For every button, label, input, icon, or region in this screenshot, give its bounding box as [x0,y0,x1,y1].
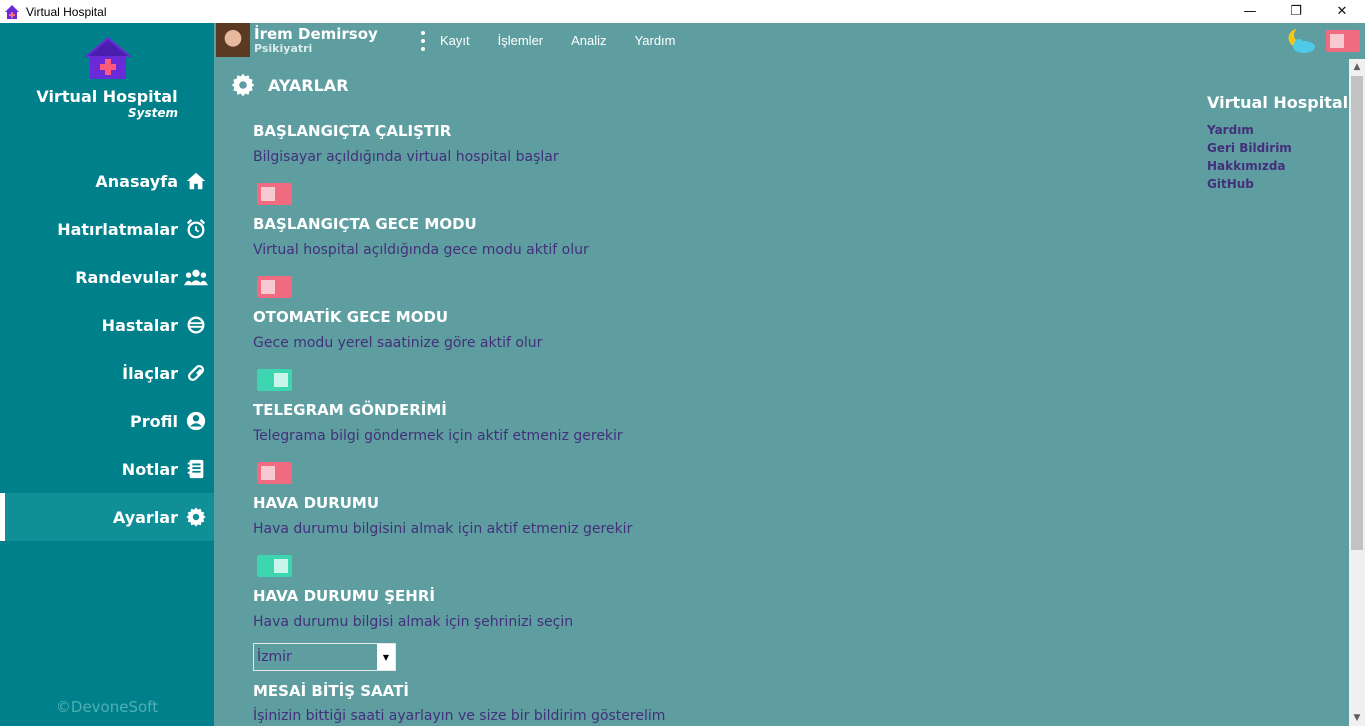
scroll-up-icon[interactable]: ▲ [1349,59,1365,75]
right-panel-title: Virtual Hospital [1207,93,1349,112]
brand-subtitle: System [128,106,178,120]
night-mode-toggle[interactable] [1326,30,1360,52]
sidebar-item-profil[interactable]: Profil [0,397,214,445]
top-menu: Kayıt İşlemler Analiz Yardım [440,33,704,48]
menu-item-analiz[interactable]: Analiz [571,33,606,48]
night-mode-on-start-toggle[interactable] [257,276,292,298]
right-panel: Virtual Hospital Yardım Geri Bildirim Ha… [1207,93,1348,195]
users-icon [184,265,208,289]
night-mode-icon [1288,29,1315,53]
chevron-down-icon[interactable]: ▼ [377,644,395,670]
weather-toggle[interactable] [257,555,292,577]
menu-item-kayit[interactable]: Kayıt [440,33,470,48]
setting-auto-night-mode: OTOMATİK GECE MODU Gece modu yerel saati… [253,308,953,401]
link-yardim[interactable]: Yardım [1207,123,1348,141]
settings-list: BAŞLANGIÇTA ÇALIŞTIR Bilgisayar açıldığı… [253,122,953,724]
sidebar-item-hastalar[interactable]: Hastalar [0,301,214,349]
more-vertical-icon[interactable] [420,31,426,51]
sidebar-item-label: Notlar [121,459,178,479]
pill-icon [184,361,208,385]
link-hakkimizda[interactable]: Hakkımızda [1207,159,1348,177]
home-icon [184,169,208,193]
sidebar-item-hatirlatmalar[interactable]: Hatırlatmalar [0,205,214,253]
brand-name: Virtual Hospital [36,87,178,106]
setting-start-on-boot: BAŞLANGIÇTA ÇALIŞTIR Bilgisayar açıldığı… [253,122,953,215]
setting-title: BAŞLANGIÇTA GECE MODU [253,215,477,233]
sidebar-item-label: İlaçlar [122,363,178,383]
window-titlebar: Virtual Hospital — ❐ ✕ [0,0,1365,23]
settings-gear-icon [231,73,255,97]
top-bar: İrem Demirsoy Psikiyatri Kayıt İşlemler … [214,23,1365,59]
scroll-thumb[interactable] [1351,76,1363,550]
start-on-boot-toggle[interactable] [257,183,292,205]
setting-weather: HAVA DURUMU Hava durumu bilgisini almak … [253,494,953,587]
weather-city-select[interactable]: İzmir ▼ [253,643,396,671]
close-button[interactable]: ✕ [1319,0,1365,23]
avatar[interactable] [216,23,250,57]
setting-telegram: TELEGRAM GÖNDERİMİ Telegrama bilgi gönde… [253,401,953,494]
patient-icon [184,313,208,337]
setting-description: Virtual hospital açıldığında gece modu a… [253,242,589,258]
page-title: AYARLAR [268,75,349,95]
sidebar-item-label: Hastalar [101,315,178,335]
notebook-icon [184,457,208,481]
scroll-down-icon[interactable]: ▼ [1349,710,1365,726]
sidebar-item-label: Profil [130,411,178,431]
sidebar-item-label: Hatırlatmalar [57,219,178,239]
setting-title: HAVA DURUMU ŞEHRİ [253,587,435,605]
setting-description: Telegrama bilgi göndermek için aktif etm… [253,428,623,444]
sidebar-item-anasayfa[interactable]: Anasayfa [0,157,214,205]
setting-title: TELEGRAM GÖNDERİMİ [253,401,447,419]
setting-description: Gece modu yerel saatinize göre aktif olu… [253,335,543,351]
menu-item-yardim[interactable]: Yardım [635,33,676,48]
page-header: AYARLAR [230,72,349,98]
setting-title: OTOMATİK GECE MODU [253,308,449,326]
sidebar-nav: Anasayfa Hatırlatmalar Randevular Hastal… [0,157,214,541]
menu-item-islemler[interactable]: İşlemler [498,33,544,48]
minimize-button[interactable]: — [1227,0,1273,23]
sidebar-item-ayarlar[interactable]: Ayarlar [0,493,214,541]
user-name: İrem Demirsoy [254,25,378,43]
link-github[interactable]: GitHub [1207,177,1348,195]
window-title: Virtual Hospital [26,4,107,19]
setting-title: MESAİ BİTİŞ SAATİ [253,682,409,700]
sidebar: Virtual Hospital System Anasayfa Hatırla… [0,23,214,726]
setting-description: Hava durumu bilgisi almak için şehrinizi… [253,614,574,630]
sidebar-item-randevular[interactable]: Randevular [0,253,214,301]
sidebar-item-label: Ayarlar [112,507,178,527]
setting-title: BAŞLANGIÇTA ÇALIŞTIR [253,122,452,140]
sidebar-item-label: Randevular [75,267,178,287]
setting-night-mode-on-start: BAŞLANGIÇTA GECE MODU Virtual hospital a… [253,215,953,308]
sidebar-item-notlar[interactable]: Notlar [0,445,214,493]
vertical-scrollbar[interactable]: ▲ ▼ [1349,59,1365,726]
auto-night-mode-toggle[interactable] [257,369,292,391]
copyright-footer: ©DevoneSoft [55,698,159,716]
weather-city-value: İzmir [257,649,292,665]
sidebar-item-ilaclar[interactable]: İlaçlar [0,349,214,397]
hospital-logo-icon [84,37,132,79]
user-role: Psikiyatri [254,42,313,55]
link-geri-bildirim[interactable]: Geri Bildirim [1207,141,1348,159]
maximize-button[interactable]: ❐ [1273,0,1319,23]
app-logo-icon [5,4,19,19]
setting-description: Hava durumu bilgisini almak için aktif e… [253,521,633,537]
setting-description: İşinizin bittiği saati ayarlayın ve size… [253,708,666,724]
setting-title: HAVA DURUMU [253,494,380,512]
setting-description: Bilgisayar açıldığında virtual hospital … [253,149,559,165]
telegram-toggle[interactable] [257,462,292,484]
user-circle-icon [184,409,208,433]
brand: Virtual Hospital System [0,87,214,120]
sidebar-item-label: Anasayfa [95,171,178,191]
alarm-clock-icon [184,217,208,241]
gear-icon [184,505,208,529]
